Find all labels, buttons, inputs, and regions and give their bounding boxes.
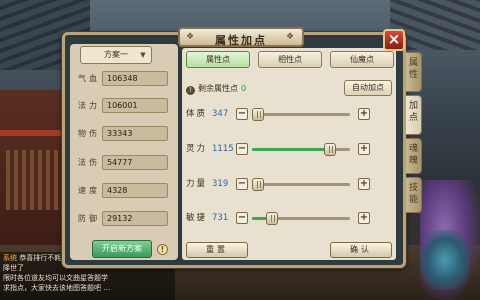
slider-thumb[interactable] bbox=[251, 178, 264, 191]
title-ornament-left-icon: ❖ bbox=[185, 32, 197, 42]
stat-label: 法伤 bbox=[78, 158, 100, 167]
attr-name: 力量 bbox=[186, 179, 208, 189]
attr-name: 体质 bbox=[186, 109, 208, 119]
stat-value: 106001 bbox=[102, 98, 168, 113]
attr-value: 731 bbox=[212, 213, 229, 223]
side-tab-attributes[interactable]: 属性 bbox=[406, 52, 422, 92]
stat-label: 法力 bbox=[78, 101, 100, 110]
plan-selected-label: 方案一 bbox=[104, 50, 128, 59]
chat-text: 限时各位道友均可以文曲星答题学 bbox=[3, 274, 108, 282]
stat-label: 防御 bbox=[78, 214, 100, 223]
attr-row-agility: 敏捷 731 − + bbox=[186, 208, 376, 228]
stat-value: 4328 bbox=[102, 183, 168, 198]
chat-prefix: 系统 bbox=[3, 254, 17, 262]
stat-row-magic-damage: 法伤 54777 bbox=[76, 155, 174, 171]
attr-row-strength: 力量 319 − + bbox=[186, 174, 376, 194]
increase-button[interactable]: + bbox=[358, 143, 370, 155]
attr-slider[interactable] bbox=[252, 143, 350, 156]
info-icon[interactable]: ! bbox=[157, 244, 168, 255]
chat-text: 求指点，大家快去该地图答题吧 … bbox=[3, 284, 111, 292]
tab-affinity-points[interactable]: 相性点 bbox=[258, 51, 322, 68]
slider-thumb[interactable] bbox=[265, 212, 278, 225]
panel-title: 属性加点 bbox=[215, 34, 267, 47]
increase-button[interactable]: + bbox=[358, 178, 370, 190]
increase-button[interactable]: + bbox=[358, 212, 370, 224]
chevron-down-icon[interactable]: ▼ bbox=[136, 47, 150, 63]
remaining-points: ! 剩余属性点 0 bbox=[186, 82, 246, 96]
chat-text: 降世了 bbox=[3, 264, 24, 272]
stat-label: 物伤 bbox=[78, 129, 100, 138]
attr-row-constitution: 体质 347 − + bbox=[186, 104, 376, 124]
stat-value: 29132 bbox=[102, 211, 168, 226]
close-button[interactable]: × bbox=[383, 29, 405, 51]
tab-attribute-points[interactable]: 属性点 bbox=[186, 51, 250, 68]
stat-value: 33343 bbox=[102, 126, 168, 141]
stat-label: 速度 bbox=[78, 186, 100, 195]
close-icon: × bbox=[387, 30, 401, 48]
attr-slider[interactable] bbox=[252, 212, 350, 225]
panel-title-plate: ❖ 属性加点 ❖ bbox=[178, 27, 304, 47]
side-tab-allocate[interactable]: 加点 bbox=[406, 95, 422, 135]
pavilion-building bbox=[0, 90, 70, 260]
stat-value: 106348 bbox=[102, 71, 168, 86]
side-tab-label: 加点 bbox=[408, 101, 418, 123]
remaining-label: 剩余属性点 bbox=[198, 84, 238, 93]
tab-immortal-demon-points[interactable]: 仙魔点 bbox=[330, 51, 394, 68]
character-figure-2 bbox=[420, 230, 470, 290]
attr-value: 347 bbox=[212, 109, 229, 119]
stat-row-mp: 法力 106001 bbox=[76, 98, 174, 114]
side-tab-label: 技能 bbox=[408, 183, 418, 205]
info-dot-icon: ! bbox=[186, 86, 195, 95]
stat-row-physical-damage: 物伤 33343 bbox=[76, 126, 174, 142]
stat-label: 气血 bbox=[78, 74, 100, 83]
chat-line: 限时各位道友均可以文曲星答题学 bbox=[3, 273, 172, 283]
side-tab-soul[interactable]: 魂魄 bbox=[406, 138, 422, 174]
stat-row-defense: 防御 29132 bbox=[76, 211, 174, 227]
side-tab-label: 魂魄 bbox=[408, 144, 418, 166]
decrease-button[interactable]: − bbox=[236, 108, 248, 120]
decrease-button[interactable]: − bbox=[236, 212, 248, 224]
side-tab-skills[interactable]: 技能 bbox=[406, 177, 422, 213]
attr-row-spirit: 灵力 1115 − + bbox=[186, 139, 376, 159]
attr-name: 灵力 bbox=[186, 144, 208, 154]
attr-name: 敏捷 bbox=[186, 213, 208, 223]
remaining-value: 0 bbox=[241, 84, 247, 93]
slider-thumb[interactable] bbox=[251, 108, 264, 121]
slider-fill bbox=[252, 148, 331, 151]
stat-row-speed: 速度 4328 bbox=[76, 183, 174, 199]
stat-value: 54777 bbox=[102, 155, 168, 170]
attr-value: 319 bbox=[212, 179, 229, 189]
chat-line: 求指点，大家快去该地图答题吧 … bbox=[3, 283, 172, 293]
attr-slider[interactable] bbox=[251, 108, 350, 121]
decrease-button[interactable]: − bbox=[236, 143, 248, 155]
side-tab-label: 属性 bbox=[408, 58, 418, 80]
attr-value: 1115 bbox=[212, 144, 234, 154]
new-plan-button[interactable]: 开启新方案 bbox=[92, 240, 152, 258]
title-ornament-right-icon: ❖ bbox=[285, 32, 297, 42]
stat-row-hp: 气血 106348 bbox=[76, 71, 174, 87]
reset-button[interactable]: 重置 bbox=[186, 242, 248, 258]
confirm-button[interactable]: 确认 bbox=[330, 242, 392, 258]
attr-slider[interactable] bbox=[251, 178, 350, 191]
decrease-button[interactable]: − bbox=[236, 178, 248, 190]
increase-button[interactable]: + bbox=[358, 108, 370, 120]
auto-allocate-button[interactable]: 自动加点 bbox=[344, 80, 392, 96]
chat-text: 恭喜排行不耗… bbox=[19, 254, 69, 262]
slider-thumb[interactable] bbox=[324, 143, 337, 156]
